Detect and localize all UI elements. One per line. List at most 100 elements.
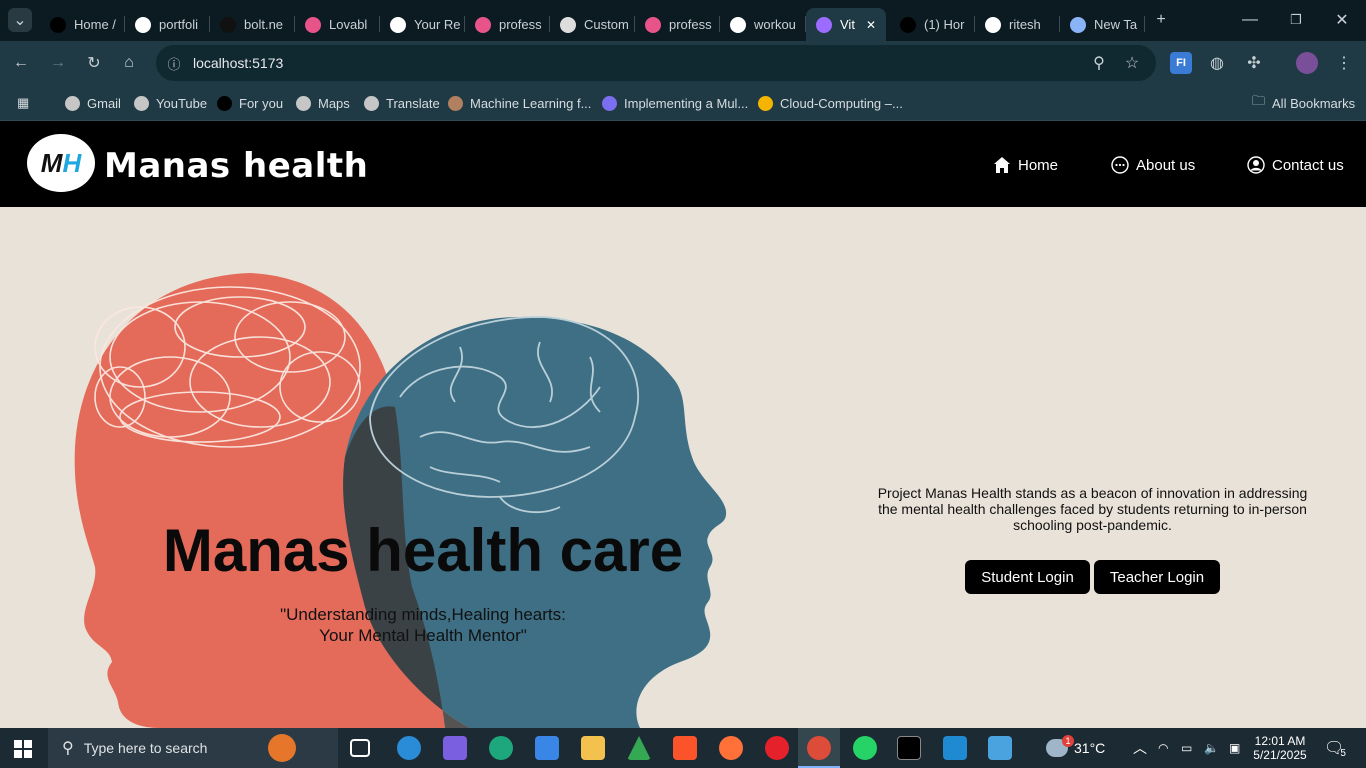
browser-toolbar: ← → ↻ ⌂ ⓘ localhost:5173 ⚲ ☆ FI ◍ ✣ ⋮ — [0, 41, 1366, 85]
edge-icon[interactable] — [489, 736, 513, 760]
photos-icon[interactable] — [988, 736, 1012, 760]
reload-icon[interactable]: ↻ — [83, 52, 105, 74]
notifications-icon[interactable]: 🗨 5 — [1324, 728, 1346, 768]
tab-7[interactable]: profess — [635, 8, 720, 41]
bookmark-1[interactable]: YouTube — [134, 93, 207, 113]
chrome-taskbar-active[interactable] — [798, 728, 840, 768]
task-view-icon[interactable] — [350, 739, 370, 757]
clock[interactable]: 12:01 AM 5/21/2025 — [1250, 728, 1310, 768]
user-circle-icon — [1247, 156, 1265, 174]
new-tab-button[interactable]: + — [1149, 8, 1173, 32]
bookmark-7[interactable]: Cloud-Computing –... — [758, 93, 903, 113]
profile-avatar[interactable] — [1296, 52, 1318, 74]
close-window-button[interactable]: ✕ — [1330, 8, 1354, 32]
wifi-icon[interactable]: ◠ — [1158, 728, 1168, 768]
docker-icon[interactable] — [397, 736, 421, 760]
tab-label: bolt.ne — [244, 17, 284, 32]
bookmark-2[interactable]: For you — [217, 93, 283, 113]
address-bar[interactable]: ⓘ localhost:5173 ⚲ ☆ — [156, 45, 1156, 81]
windows-start-icon[interactable] — [14, 740, 32, 763]
bookmark-label: Machine Learning f... — [470, 95, 592, 111]
extensions-puzzle-icon[interactable]: ✣ — [1243, 52, 1265, 74]
tab-9[interactable]: Vit ✕ — [806, 8, 886, 41]
tab-strip: ⌄ Home / portfoli bolt.ne Lovabl Your Re prof… — [0, 0, 1366, 41]
tab-3[interactable]: Lovabl — [295, 8, 380, 41]
meet-now-icon[interactable]: ▣ — [1229, 728, 1240, 768]
tab-label: workou — [754, 17, 796, 32]
tab-12[interactable]: New Ta — [1060, 8, 1145, 41]
site-info-icon[interactable]: ⓘ — [163, 52, 185, 74]
tray-chevron-icon[interactable]: ︿ — [1133, 728, 1147, 768]
bookmark-3[interactable]: Maps — [296, 93, 350, 113]
all-bookmarks[interactable]: 🗀 All Bookmarks — [1252, 93, 1355, 113]
tab-0[interactable]: Home / — [40, 8, 125, 41]
nav-contact[interactable]: Contact us — [1247, 156, 1344, 174]
minimize-button[interactable]: — — [1238, 8, 1262, 32]
nav-about[interactable]: About us — [1111, 156, 1195, 174]
tab-1[interactable]: portfoli — [125, 8, 210, 41]
forward-icon[interactable]: → — [47, 52, 69, 74]
bookmark-favicon-icon — [65, 95, 80, 111]
home-icon[interactable]: ⌂ — [118, 52, 140, 74]
volume-icon[interactable]: 🔈 — [1204, 728, 1219, 768]
back-icon[interactable]: ← — [10, 52, 32, 74]
tab-4[interactable]: Your Re — [380, 8, 465, 41]
restore-button[interactable]: ❐ — [1284, 8, 1308, 32]
nav-contact-label: Contact us — [1272, 156, 1344, 174]
url-text: localhost:5173 — [193, 55, 284, 71]
notification-count: 5 — [1340, 747, 1346, 759]
bookmark-4[interactable]: Translate — [364, 93, 440, 113]
x-icon — [900, 16, 916, 33]
site-logo[interactable]: MH — [27, 134, 95, 192]
project-description: Project Manas Health stands as a beacon … — [877, 485, 1308, 533]
logo-letter-m: M — [40, 147, 63, 178]
file-explorer-icon[interactable] — [581, 736, 605, 760]
tab-search-button[interactable]: ⌄ — [8, 8, 32, 32]
tab-6[interactable]: Custom — [550, 8, 635, 41]
tagline-line-2: Your Mental Health Mentor" — [319, 626, 527, 645]
student-login-button[interactable]: Student Login — [965, 560, 1090, 594]
copilot-icon[interactable] — [443, 736, 467, 760]
battery-icon[interactable]: ▭ — [1181, 728, 1192, 768]
tab-label: profess — [499, 17, 542, 32]
tab-label: portfoli — [159, 17, 199, 32]
tab-2[interactable]: bolt.ne — [210, 8, 295, 41]
taskbar-search[interactable]: ⚲ Type here to search — [48, 728, 338, 768]
bookmark-label: Gmail — [87, 95, 121, 111]
bookmark-0[interactable]: Gmail — [65, 93, 121, 113]
vscode-icon[interactable] — [943, 736, 967, 760]
opera-icon[interactable] — [765, 736, 789, 760]
bookmark-favicon-icon — [134, 95, 149, 111]
tab-11[interactable]: ritesh — [975, 8, 1060, 41]
lovable-icon — [645, 16, 661, 33]
tab-8[interactable]: workou — [720, 8, 806, 41]
zoom-icon[interactable]: ⚲ — [1088, 52, 1110, 74]
tab-10[interactable]: (1) Hor — [890, 8, 975, 41]
tab-5[interactable]: profess — [465, 8, 550, 41]
brand-name[interactable]: Manas health — [104, 146, 368, 186]
brave-icon[interactable] — [673, 736, 697, 760]
menu-kebab-icon[interactable]: ⋮ — [1333, 52, 1355, 74]
tab-label: Custom — [584, 17, 629, 32]
bookmark-6[interactable]: Implementing a Mul... — [602, 93, 748, 113]
bookmark-label: Translate — [386, 95, 440, 111]
extension-mouse-icon[interactable]: ◍ — [1206, 52, 1228, 74]
google-drive-icon[interactable] — [627, 736, 651, 760]
all-bookmarks-label: All Bookmarks — [1272, 95, 1356, 111]
firefox-icon[interactable] — [719, 736, 743, 760]
teacher-login-button[interactable]: Teacher Login — [1094, 560, 1220, 594]
nav-home[interactable]: Home — [993, 156, 1058, 174]
bookmark-star-icon[interactable]: ☆ — [1121, 52, 1143, 74]
terminal-icon[interactable] — [897, 736, 921, 760]
extension-fi-icon[interactable]: FI — [1170, 52, 1192, 74]
store-icon[interactable] — [535, 736, 559, 760]
apps-grid-icon[interactable]: ▦ — [17, 93, 29, 113]
whatsapp-icon[interactable] — [853, 736, 877, 760]
tab-label: profess — [669, 17, 712, 32]
weather-widget[interactable]: 1 31°C — [1046, 728, 1105, 768]
tagline-line-1: "Understanding minds,Healing hearts: — [280, 605, 566, 624]
bookmark-label: Maps — [318, 95, 350, 111]
bookmark-5[interactable]: Machine Learning f... — [448, 93, 591, 113]
close-tab-icon[interactable]: ✕ — [866, 18, 876, 32]
site-navbar: MH Manas health Home About us Contact us — [0, 121, 1366, 207]
